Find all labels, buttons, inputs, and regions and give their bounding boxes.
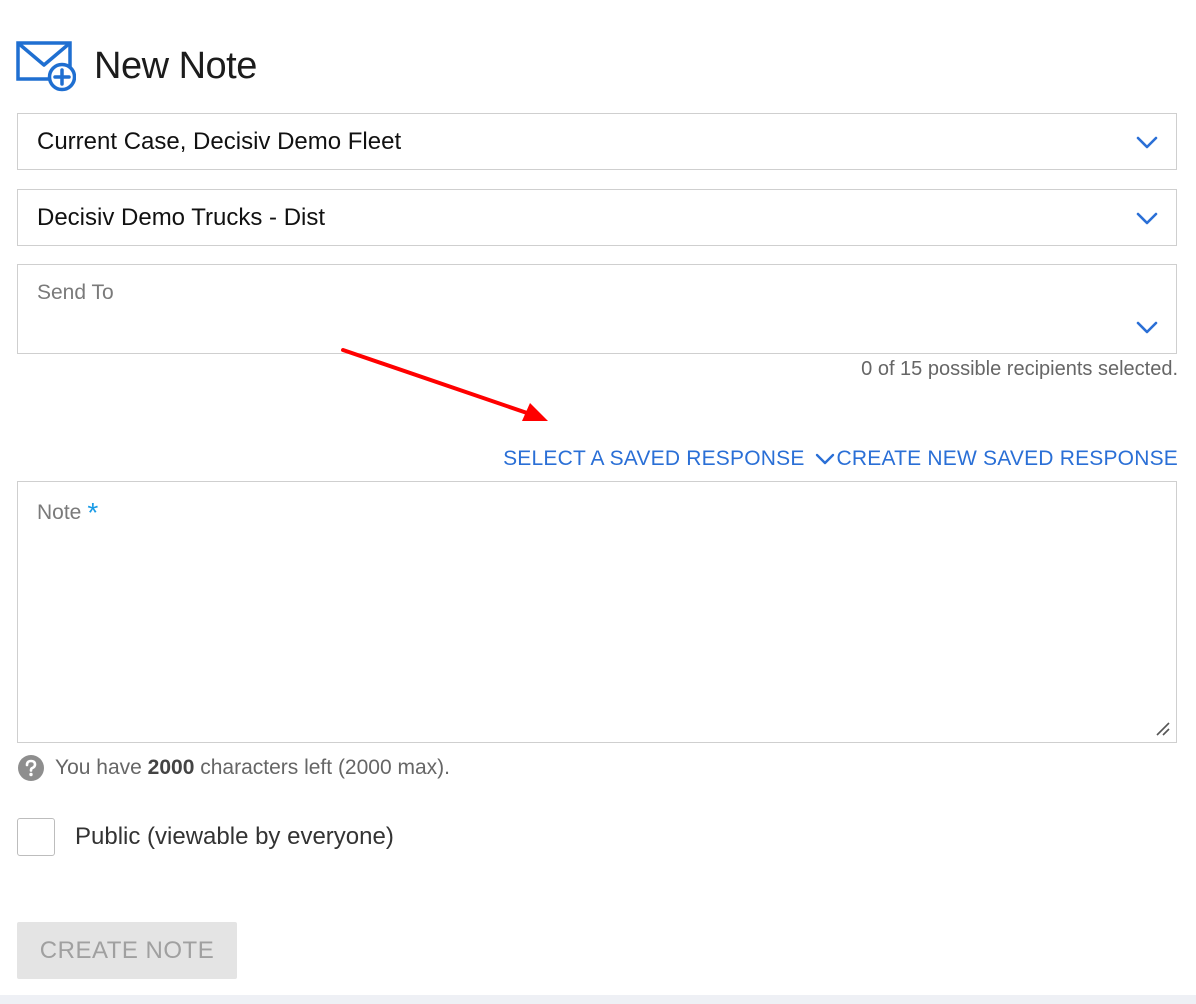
footer-divider: [0, 995, 1196, 1004]
chars-left-prefix: You have: [55, 756, 142, 779]
chevron-down-icon: [1136, 136, 1158, 149]
select-saved-response-button[interactable]: SELECT A SAVED RESPONSE: [503, 447, 804, 471]
public-checkbox-label[interactable]: Public (viewable by everyone): [75, 823, 394, 851]
characters-left: You have 2000 characters left (2000 max)…: [17, 754, 450, 782]
case-select-value: Current Case, Decisiv Demo Fleet: [37, 127, 402, 155]
new-note-page: New Note Current Case, Decisiv Demo Flee…: [0, 0, 1196, 1004]
mail-add-icon: [16, 41, 76, 92]
resize-handle-icon[interactable]: [1154, 720, 1170, 736]
case-select[interactable]: Current Case, Decisiv Demo Fleet: [17, 113, 1177, 170]
page-title: New Note: [94, 44, 257, 87]
send-to-select[interactable]: Send To: [17, 264, 1177, 354]
create-note-button[interactable]: CREATE NOTE: [17, 922, 237, 979]
location-select-value: Decisiv Demo Trucks - Dist: [37, 203, 326, 231]
chevron-down-icon: [1136, 321, 1158, 334]
saved-response-row: SELECT A SAVED RESPONSE CREATE NEW SAVED…: [503, 447, 1178, 471]
recipients-count: 0 of 15 possible recipients selected.: [861, 358, 1178, 380]
send-to-placeholder: Send To: [37, 281, 114, 304]
create-saved-response-button[interactable]: CREATE NEW SAVED RESPONSE: [837, 447, 1178, 471]
chevron-down-icon: [1136, 212, 1158, 225]
public-option: Public (viewable by everyone): [17, 818, 394, 856]
question-circle-icon: [18, 755, 44, 781]
page-header: New Note: [16, 38, 257, 94]
chars-left-count: 2000: [147, 756, 195, 779]
location-select[interactable]: Decisiv Demo Trucks - Dist: [17, 189, 1177, 246]
note-label: Note: [37, 501, 82, 524]
chars-left-suffix: characters left (2000 max).: [200, 756, 450, 779]
public-checkbox[interactable]: [17, 818, 55, 856]
chevron-down-icon[interactable]: [815, 453, 835, 465]
note-textarea[interactable]: Note *: [17, 481, 1177, 743]
required-marker: *: [87, 497, 99, 528]
note-placeholder: Note *: [37, 497, 98, 529]
